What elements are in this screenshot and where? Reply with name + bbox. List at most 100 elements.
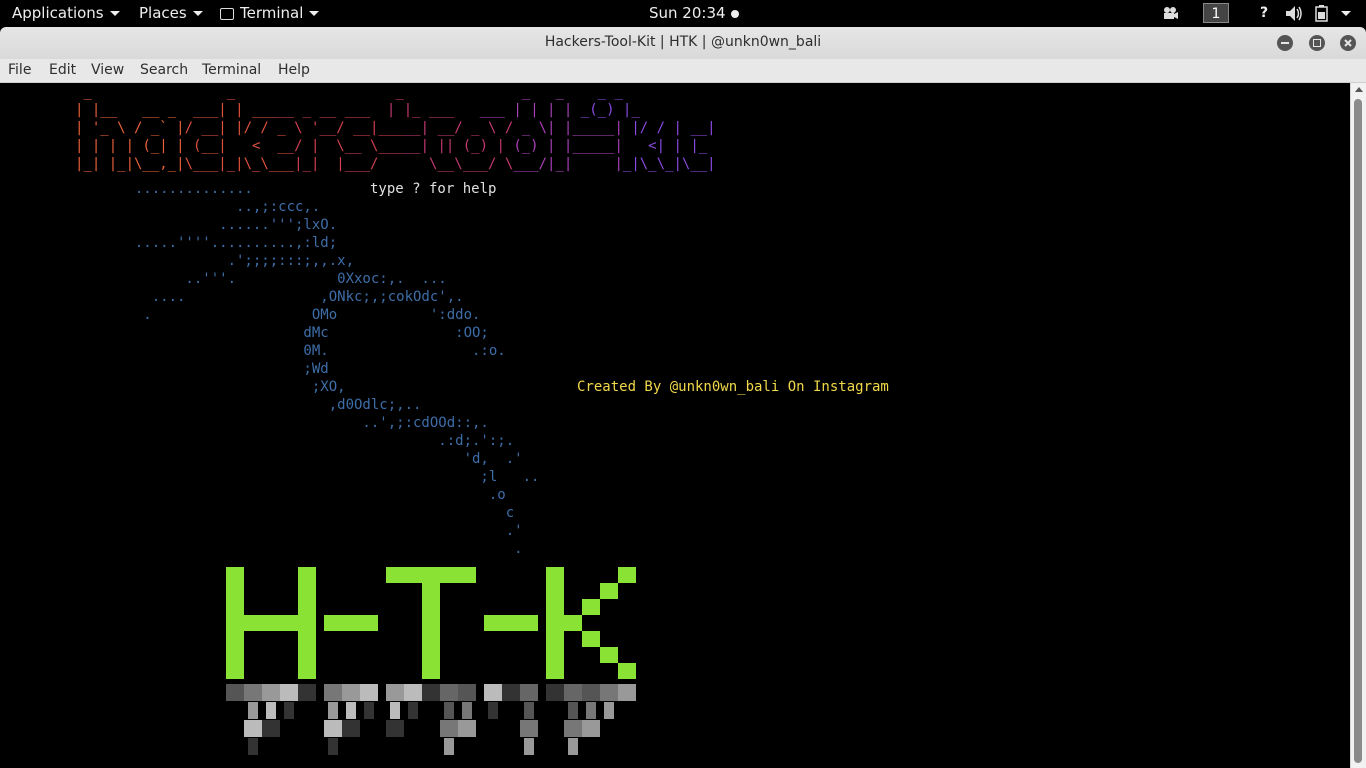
minimize-button[interactable]: [1277, 35, 1293, 51]
maximize-button[interactable]: [1309, 35, 1325, 51]
menu-search[interactable]: Search: [140, 59, 188, 82]
logo-shadow-pixel: [328, 738, 338, 755]
logo-shadow-pixel: [444, 702, 454, 719]
applications-menu[interactable]: Applications: [12, 0, 120, 27]
menu-terminal[interactable]: Terminal: [202, 59, 261, 82]
menu-file[interactable]: File: [8, 59, 31, 82]
logo-shadow-pixel: [546, 684, 564, 701]
logo-pixel: [226, 615, 244, 631]
logo-pixel: [386, 567, 404, 583]
logo-shadow-pixel: [328, 702, 338, 719]
volume-icon[interactable]: [1285, 0, 1303, 27]
logo-pixel: [502, 615, 520, 631]
logo-pixel: [226, 631, 244, 647]
terminal-scrollbar[interactable]: [1350, 83, 1366, 768]
logo-pixel: [618, 663, 636, 679]
htk-logo: [226, 567, 636, 679]
logo-pixel: [298, 615, 316, 631]
logo-shadow-pixel: [440, 684, 458, 701]
logo-shadow-pixel: [342, 684, 360, 701]
logo-shadow-pixel: [298, 684, 316, 701]
logo-pixel: [546, 647, 564, 663]
logo-pixel: [458, 567, 476, 583]
logo-pixel: [440, 567, 458, 583]
logo-pixel: [226, 599, 244, 615]
logo-shadow-pixel: [386, 684, 404, 701]
terminal-app-menu[interactable]: Terminal: [220, 0, 320, 27]
logo-shadow-pixel: [244, 720, 262, 737]
logo-shadow-pixel: [284, 702, 294, 719]
ascii-banner-line: | |__ __ _ ___| | _____ _ __ ___ | |_ __…: [75, 102, 649, 118]
logo-shadow-pixel: [360, 684, 378, 701]
terminal-app-label: Terminal: [240, 4, 304, 22]
ascii-banner-line: | | | | (_| | (__| < __/ | \__ \_____| |…: [75, 138, 716, 154]
ascii-banner-line: | '_ \ / _` |/ __| |/ / _ \ '__/ __|____…: [75, 120, 716, 136]
logo-shadow-pixel: [262, 684, 280, 701]
logo-shadow-pixel: [404, 684, 422, 701]
ascii-banner-line: _ _ _ _ _ _ _: [75, 84, 649, 100]
logo-shadow-pixel: [248, 738, 258, 755]
clock[interactable]: Sun 20:34: [649, 0, 739, 27]
logo-pixel: [422, 663, 440, 679]
logo-pixel: [618, 567, 636, 583]
menu-bar: File Edit View Search Terminal Help: [0, 59, 1366, 83]
logo-shadow-pixel: [520, 684, 538, 701]
logo-shadow-pixel: [568, 702, 578, 719]
logo-shadow-pixel: [520, 720, 538, 737]
system-menu-chevron-icon[interactable]: [1339, 0, 1351, 27]
help-icon-glyph: ?: [1260, 5, 1269, 21]
logo-pixel: [226, 567, 244, 583]
places-menu[interactable]: Places: [139, 0, 203, 27]
logo-pixel: [600, 647, 618, 663]
logo-shadow-pixel: [618, 684, 636, 701]
terminal-output[interactable]: _ _ _ _ _ _ _ | |__ __ _ ___| | _____ _ …: [0, 83, 1350, 768]
logo-shadow-pixel: [564, 720, 582, 737]
menu-help[interactable]: Help: [278, 59, 310, 82]
chevron-down-icon: [309, 11, 320, 16]
logo-pixel: [422, 615, 440, 631]
window-title-bar[interactable]: Hackers-Tool-Kit | HTK | @unkn0wn_bali: [0, 27, 1366, 60]
logo-shadow-pixel: [390, 702, 400, 719]
help-hint-text: type ? for help: [370, 181, 497, 197]
logo-shadow-pixel: [266, 702, 276, 719]
logo-pixel: [280, 615, 298, 631]
logo-pixel: [546, 663, 564, 679]
places-label: Places: [139, 4, 187, 22]
close-button[interactable]: [1340, 35, 1356, 51]
logo-pixel: [546, 631, 564, 647]
help-icon[interactable]: ?: [1260, 0, 1268, 27]
logo-pixel: [582, 631, 600, 647]
credit-text: Created By @unkn0wn_bali On Instagram: [577, 379, 889, 395]
scroll-up-arrow-icon[interactable]: [1355, 87, 1363, 92]
logo-pixel: [226, 647, 244, 663]
logo-shadow-pixel: [564, 684, 582, 701]
htk-logo-shadow: [226, 684, 636, 755]
workspace-indicator[interactable]: 1: [1203, 0, 1229, 27]
video-icon[interactable]: [1161, 0, 1179, 27]
logo-pixel: [298, 631, 316, 647]
logo-shadow-pixel: [582, 684, 600, 701]
scroll-thumb[interactable]: [1354, 99, 1362, 763]
logo-shadow-pixel: [386, 720, 404, 737]
logo-pixel: [422, 583, 440, 599]
logo-pixel: [564, 615, 582, 631]
logo-pixel: [298, 647, 316, 663]
logo-shadow-pixel: [488, 702, 498, 719]
logo-shadow-pixel: [408, 702, 418, 719]
ascii-owl-art: .............. ..,;:ccc,. ......''';lxO.…: [134, 181, 540, 557]
menu-view[interactable]: View: [91, 59, 124, 82]
logo-pixel: [422, 631, 440, 647]
logo-pixel: [600, 583, 618, 599]
menu-edit[interactable]: Edit: [49, 59, 76, 82]
logo-pixel: [484, 615, 502, 631]
battery-icon[interactable]: [1313, 0, 1331, 27]
ascii-banner: _ _ _ _ _ _ _ | |__ __ _ ___| | _____ _ …: [75, 83, 716, 173]
logo-pixel: [226, 663, 244, 679]
ascii-banner-line: |_| |_|\__,_|\___|_|\_\___|_| |___/ \__\…: [75, 156, 716, 172]
logo-pixel: [298, 663, 316, 679]
logo-shadow-pixel: [462, 702, 472, 719]
logo-shadow-pixel: [226, 684, 244, 701]
window-title: Hackers-Tool-Kit | HTK | @unkn0wn_bali: [544, 34, 822, 50]
notification-dot-icon: [730, 9, 739, 18]
logo-pixel: [298, 567, 316, 583]
